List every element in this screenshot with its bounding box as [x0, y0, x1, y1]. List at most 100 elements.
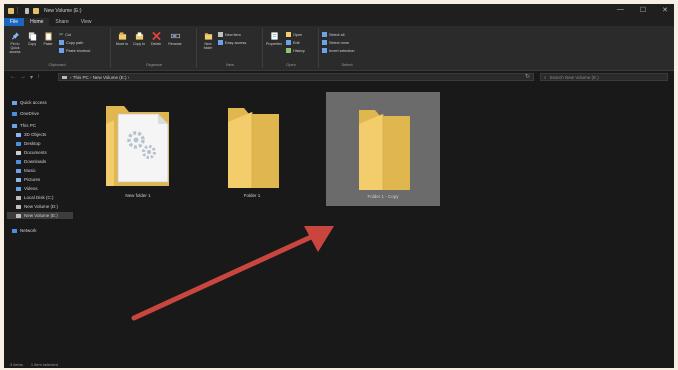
breadcrumb-this-pc[interactable]: This PC	[73, 75, 89, 80]
group-label: New	[225, 62, 234, 67]
up-arrow-icon[interactable]: ↑	[37, 74, 40, 81]
sidebar-item-documents[interactable]: Documents	[16, 150, 47, 155]
history-icon	[286, 48, 291, 53]
copy-to-button[interactable]: Copy to	[132, 31, 146, 46]
close-button[interactable]: ✕	[662, 6, 668, 14]
divider	[17, 7, 18, 14]
pin-to-quick-access-button[interactable]: Pin to Quick access	[7, 31, 23, 54]
tab-view[interactable]: View	[75, 18, 98, 26]
maximize-button[interactable]: ☐	[640, 6, 646, 14]
sidebar-item-music[interactable]: Music	[16, 168, 36, 173]
copy-to-icon	[135, 32, 143, 40]
sidebar-item-new-volume-d[interactable]: New Volume (D:)	[16, 204, 58, 209]
sidebar-item-downloads[interactable]: Downloads	[16, 159, 46, 164]
history-button[interactable]: History	[286, 48, 305, 53]
cube-icon	[16, 132, 21, 137]
sidebar-item-this-pc[interactable]: This PC	[12, 123, 36, 128]
new-item-button[interactable]: New item	[218, 32, 241, 37]
clipboard-icon	[44, 32, 52, 41]
sidebar-item-network[interactable]: Network	[12, 228, 37, 233]
recent-dropdown-icon[interactable]: ▾	[30, 74, 33, 81]
videos-icon	[16, 186, 21, 191]
cut-button[interactable]: ✂ Cut	[59, 32, 71, 38]
sidebar-item-3d-objects[interactable]: 3D Objects	[16, 132, 46, 137]
drive-icon	[62, 75, 67, 79]
ribbon-tabs: File Home Share View	[4, 17, 674, 26]
copy-path-button[interactable]: Copy path	[59, 40, 83, 45]
select-all-button[interactable]: Select all	[322, 32, 344, 37]
computer-icon	[12, 123, 17, 128]
tab-file[interactable]: File	[4, 17, 25, 26]
search-icon: ⌕	[544, 74, 547, 80]
download-icon	[16, 159, 21, 164]
select-all-icon	[322, 32, 327, 37]
tab-home[interactable]: Home	[24, 17, 50, 26]
new-group: New folder New item Easy access New	[198, 28, 263, 68]
desktop-icon	[16, 141, 21, 146]
file-list: New folder 1 Folder 1 Folder 1 - Copy	[82, 86, 674, 358]
easy-access-button[interactable]: Easy access	[218, 40, 246, 45]
back-arrow-icon[interactable]: ←	[10, 74, 16, 81]
properties-button[interactable]: Properties	[266, 31, 282, 46]
select-none-button[interactable]: Select none	[322, 40, 349, 45]
ribbon: Pin to Quick access Copy Paste ✂ Cut Cop…	[4, 26, 674, 71]
status-selected-count: 1 item selected	[30, 361, 58, 367]
new-item-icon	[218, 32, 223, 37]
network-icon	[12, 228, 17, 233]
address-row: ← → ▾ ↑ › This PC › New Volume (E:) › ↻ …	[4, 71, 674, 84]
select-none-icon	[322, 40, 327, 45]
address-bar[interactable]: › This PC › New Volume (E:) ›	[58, 73, 534, 81]
refresh-icon[interactable]: ↻	[525, 73, 530, 80]
pin-icon	[11, 32, 19, 40]
sidebar-item-desktop[interactable]: Desktop	[16, 141, 41, 146]
new-folder-button[interactable]: New folder	[201, 31, 215, 50]
sidebar-item-onedrive[interactable]: OneDrive	[12, 111, 39, 116]
sidebar-item-videos[interactable]: Videos	[16, 186, 38, 191]
tab-share[interactable]: Share	[49, 18, 74, 26]
edit-button[interactable]: Edit	[286, 40, 300, 45]
properties-quick-icon[interactable]	[25, 7, 29, 14]
folder-app-icon	[8, 7, 14, 14]
drive-icon	[16, 195, 21, 200]
invert-selection-button[interactable]: Invert selection	[322, 48, 355, 53]
open-button[interactable]: Open	[286, 32, 302, 37]
delete-button[interactable]: Delete	[149, 31, 163, 46]
select-group: Select all Select none Invert selection …	[320, 28, 374, 68]
group-label: Clipboard	[48, 62, 66, 67]
documents-icon	[16, 150, 21, 155]
delete-x-icon	[151, 31, 161, 41]
window-title: New Volume (E:)	[44, 7, 82, 14]
properties-icon	[270, 32, 278, 40]
move-to-icon	[118, 32, 126, 40]
pictures-icon	[16, 177, 21, 182]
rename-button[interactable]: Rename	[167, 31, 183, 46]
copy-button[interactable]: Copy	[25, 31, 39, 46]
search-box[interactable]: ⌕ Search New Volume (E:)	[540, 73, 668, 81]
organize-group: Move to Copy to Delete Rename Organize	[112, 28, 197, 68]
star-icon	[12, 100, 17, 105]
open-icon	[286, 32, 291, 37]
breadcrumb-separator: ›	[126, 74, 130, 80]
scissors-icon: ✂	[59, 32, 64, 38]
drive-icon	[16, 204, 21, 209]
paste-button[interactable]: Paste	[41, 31, 55, 46]
search-placeholder: Search New Volume (E:)	[549, 74, 599, 80]
navigation-buttons: ← → ▾ ↑	[10, 74, 40, 81]
move-to-button[interactable]: Move to	[115, 31, 129, 46]
paste-shortcut-icon	[59, 48, 64, 53]
paste-shortcut-button[interactable]: Paste shortcut	[59, 48, 90, 53]
file-explorer-window: New Volume (E:) — ☐ ✕ File Home Share Vi…	[4, 4, 674, 368]
sidebar-item-quick-access[interactable]: Quick access	[12, 100, 47, 105]
new-folder-icon	[204, 33, 212, 40]
cloud-icon	[12, 111, 17, 116]
sidebar-item-new-volume-e[interactable]: New Volume (E:)	[7, 212, 73, 219]
sidebar-item-local-disk-c[interactable]: Local Disk (C:)	[16, 195, 54, 200]
forward-arrow-icon[interactable]: →	[20, 74, 26, 81]
title-bar: New Volume (E:) — ☐ ✕	[4, 4, 674, 17]
minimize-button[interactable]: —	[617, 6, 624, 14]
music-icon	[16, 168, 21, 173]
breadcrumb-new-volume-e[interactable]: New Volume (E:)	[93, 75, 127, 80]
sidebar-item-pictures[interactable]: Pictures	[16, 177, 40, 182]
new-folder-quick-icon[interactable]	[33, 7, 39, 14]
easy-access-icon	[218, 40, 223, 45]
